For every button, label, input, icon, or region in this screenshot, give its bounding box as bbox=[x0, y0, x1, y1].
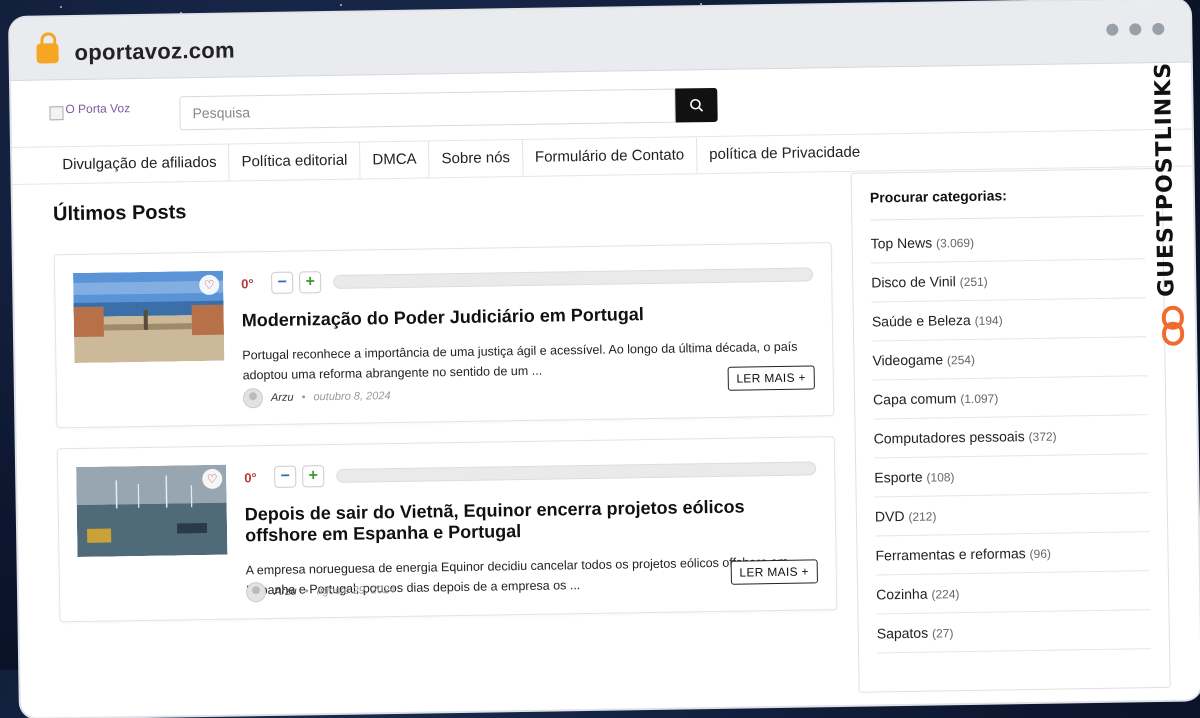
site-logo[interactable]: O Porta Voz bbox=[49, 101, 130, 120]
post-title[interactable]: Modernização do Poder Judiciário em Port… bbox=[242, 301, 814, 331]
category-item[interactable]: Sapatos (27) bbox=[876, 610, 1151, 653]
nav-item-editorial[interactable]: Política editorial bbox=[229, 143, 360, 181]
vote-count: 0° bbox=[241, 276, 265, 291]
post-meta: Arzu • agosto 29, 2024 bbox=[246, 580, 396, 602]
browser-window: oportavoz.com O Porta Voz Divulgação de … bbox=[10, 0, 1200, 718]
search-button[interactable] bbox=[675, 88, 718, 123]
category-count: (108) bbox=[926, 470, 954, 484]
vote-down-button[interactable]: − bbox=[274, 466, 296, 488]
read-more-button[interactable]: LER MAIS + bbox=[730, 559, 818, 584]
search-input[interactable] bbox=[179, 89, 675, 131]
post-thumbnail[interactable]: ♡ bbox=[76, 465, 227, 557]
category-item[interactable]: DVD (212) bbox=[875, 493, 1150, 536]
category-item[interactable]: Ferramentas e reformas (96) bbox=[875, 532, 1150, 575]
post-date: outubro 8, 2024 bbox=[313, 390, 390, 403]
guestpostlinks-badge: GUESTPOSTLINKS bbox=[1143, 51, 1196, 352]
vote-up-button[interactable]: + bbox=[302, 465, 324, 487]
category-name: Cozinha bbox=[876, 586, 928, 603]
category-item[interactable]: Computadores pessoais (372) bbox=[873, 415, 1148, 458]
window-dot-icon[interactable] bbox=[1152, 23, 1164, 35]
category-item[interactable]: Videogame (254) bbox=[872, 337, 1147, 380]
sidebar-title: Procurar categorias: bbox=[870, 185, 1144, 220]
category-count: (254) bbox=[947, 353, 975, 367]
category-count: (96) bbox=[1029, 547, 1051, 561]
category-name: Top News bbox=[871, 235, 933, 252]
category-item[interactable]: Disco de Vinil (251) bbox=[871, 259, 1146, 302]
category-name: Computadores pessoais bbox=[874, 428, 1025, 446]
category-item[interactable]: Capa comum (1.097) bbox=[873, 376, 1148, 419]
search-icon bbox=[689, 98, 703, 112]
nav-item-dmca[interactable]: DMCA bbox=[360, 141, 430, 178]
section-title: Últimos Posts bbox=[53, 191, 831, 226]
badge-text: GUESTPOSTLINKS bbox=[1151, 62, 1180, 297]
post-title[interactable]: Depois de sair do Vietnã, Equinor encerr… bbox=[245, 495, 818, 546]
category-name: Videogame bbox=[872, 351, 943, 368]
chain-link-icon bbox=[1161, 306, 1186, 346]
vote-progress-bar bbox=[333, 267, 813, 289]
category-count: (27) bbox=[932, 626, 954, 640]
author-avatar-icon[interactable] bbox=[246, 582, 266, 602]
category-item[interactable]: Saúde e Beleza (194) bbox=[872, 298, 1147, 341]
vote-row: 0° − + bbox=[244, 455, 816, 490]
nav-item-affiliate[interactable]: Divulgação de afiliados bbox=[50, 145, 230, 184]
author-avatar-icon[interactable] bbox=[243, 388, 263, 408]
category-item[interactable]: Cozinha (224) bbox=[876, 571, 1151, 614]
category-count: (251) bbox=[960, 275, 988, 289]
vote-up-button[interactable]: + bbox=[299, 271, 321, 293]
category-name: Sapatos bbox=[877, 625, 929, 642]
category-count: (3.069) bbox=[936, 236, 974, 251]
category-count: (372) bbox=[1028, 430, 1056, 444]
category-name: Disco de Vinil bbox=[871, 273, 956, 290]
read-more-button[interactable]: LER MAIS + bbox=[727, 365, 815, 390]
category-count: (212) bbox=[908, 510, 936, 524]
category-name: Ferramentas e reformas bbox=[875, 545, 1025, 563]
post-card: ♡ 0° − + Modernização do Poder Judiciári… bbox=[54, 242, 835, 428]
window-controls bbox=[1106, 23, 1164, 36]
vote-down-button[interactable]: − bbox=[271, 272, 293, 294]
post-thumbnail[interactable]: ♡ bbox=[73, 271, 224, 363]
broken-image-icon bbox=[49, 106, 63, 120]
category-count: (1.097) bbox=[960, 392, 998, 407]
category-name: DVD bbox=[875, 508, 905, 524]
window-dot-icon[interactable] bbox=[1106, 24, 1118, 36]
logo-alt-text: O Porta Voz bbox=[65, 101, 130, 116]
category-name: Capa comum bbox=[873, 390, 957, 407]
category-item[interactable]: Top News (3.069) bbox=[870, 220, 1145, 263]
address-bar[interactable]: oportavoz.com bbox=[74, 37, 235, 66]
post-meta: Arzu • outubro 8, 2024 bbox=[243, 386, 391, 408]
post-card: ♡ 0° − + Depois de sair do Vietnã, Equin… bbox=[57, 436, 838, 622]
nav-item-about[interactable]: Sobre nós bbox=[429, 140, 523, 177]
category-count: (194) bbox=[975, 313, 1003, 327]
vote-row: 0° − + bbox=[241, 261, 813, 296]
meta-separator: • bbox=[302, 391, 306, 403]
meta-separator: • bbox=[305, 585, 309, 597]
vote-progress-bar bbox=[336, 461, 816, 483]
nav-item-privacy[interactable]: política de Privacidade bbox=[697, 134, 872, 173]
category-count: (224) bbox=[931, 587, 959, 601]
post-date: agosto 29, 2024 bbox=[316, 584, 395, 597]
post-author[interactable]: Arzu bbox=[271, 392, 294, 404]
nav-item-contact[interactable]: Formulário de Contato bbox=[523, 137, 698, 176]
category-name: Saúde e Beleza bbox=[872, 312, 971, 330]
vote-count: 0° bbox=[244, 470, 268, 485]
main-content: Últimos Posts ♡ 0° − bbox=[53, 191, 838, 642]
lock-icon bbox=[36, 43, 58, 63]
category-name: Esporte bbox=[874, 469, 922, 486]
post-author[interactable]: Arzu bbox=[274, 586, 297, 598]
categories-sidebar: Procurar categorias: Top News (3.069) Di… bbox=[851, 168, 1171, 693]
window-dot-icon[interactable] bbox=[1129, 23, 1141, 35]
category-item[interactable]: Esporte (108) bbox=[874, 454, 1149, 497]
